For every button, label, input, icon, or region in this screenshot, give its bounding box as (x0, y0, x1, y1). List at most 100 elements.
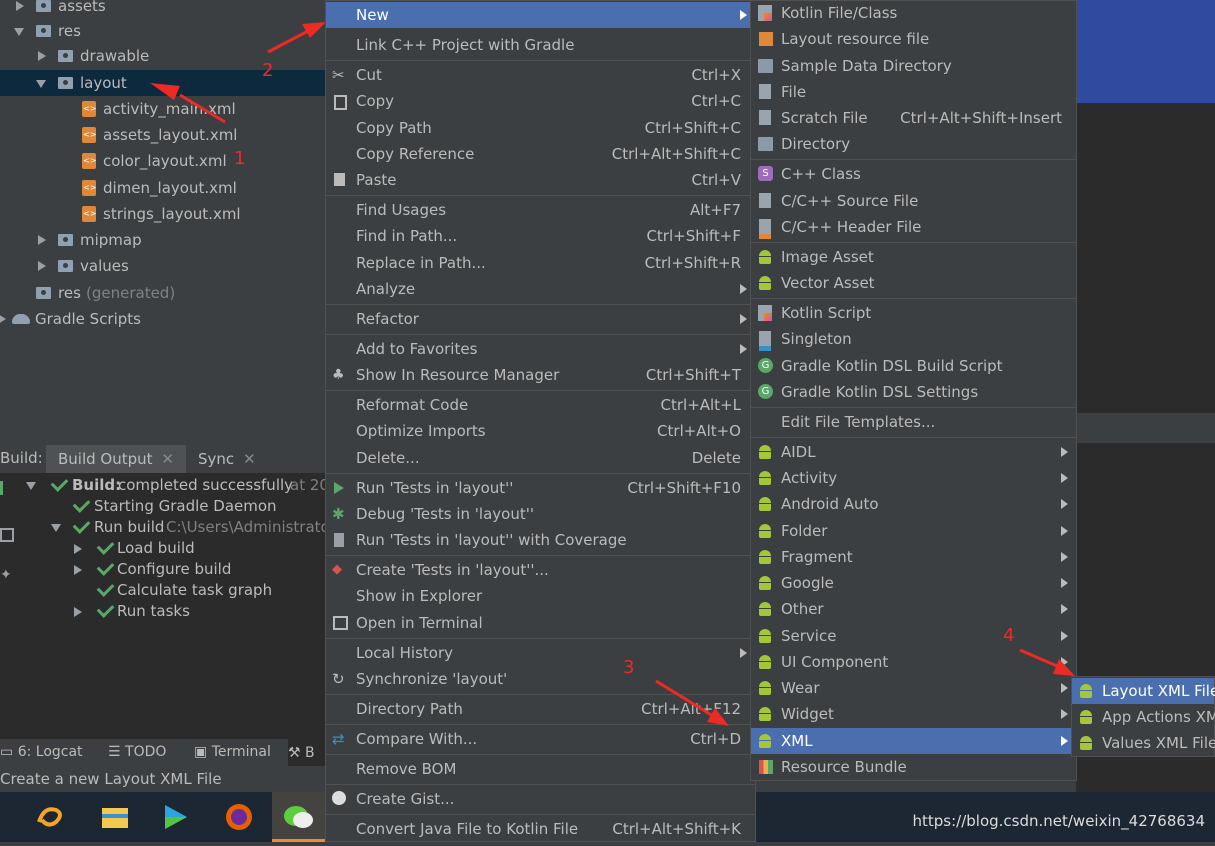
menu-item-copy-reference[interactable]: Copy Reference Ctrl+Alt+Shift+C (326, 141, 755, 167)
menu-item-debug-tests[interactable]: ✱ Debug 'Tests in 'layout'' (326, 501, 755, 527)
menu-item-show-in-explorer[interactable]: Show in Explorer (326, 583, 755, 609)
menu-item-delete[interactable]: Delete... Delete (326, 445, 755, 471)
menu-item-gradle-settings[interactable]: G Gradle Kotlin DSL Settings (751, 379, 1076, 405)
tab-logcat[interactable]: ▭ 6: Logcat (0, 744, 83, 760)
menu-item-directory[interactable]: Directory (751, 131, 1076, 157)
menu-item-fragment[interactable]: Fragment (751, 544, 1076, 570)
menu-item-file[interactable]: File (751, 79, 1076, 105)
menu-item-layout-resource[interactable]: Layout resource file (751, 26, 1076, 52)
build-row-run-build[interactable]: Run build C:\Users\Administrato (48, 516, 330, 538)
media-player-icon[interactable] (158, 800, 192, 834)
menu-item-run-coverage[interactable]: Run 'Tests in 'layout'' with Coverage (326, 527, 755, 553)
menu-item-find-usages[interactable]: Find Usages Alt+F7 (326, 197, 755, 223)
menu-item-add-to-favorites[interactable]: Add to Favorites (326, 336, 755, 362)
tab-build-output[interactable]: Build Output ✕ (46, 445, 186, 473)
menu-item-edit-templates[interactable]: Edit File Templates... (751, 409, 1076, 435)
menu-item-cpp-header[interactable]: C/C++ Header File (751, 214, 1076, 240)
android-icon (758, 681, 772, 695)
menu-item-new[interactable]: New (326, 2, 755, 28)
close-icon[interactable]: ✕ (243, 450, 256, 468)
tab-terminal[interactable]: ▣ Terminal (194, 744, 271, 760)
layout-icon[interactable] (0, 528, 14, 542)
menu-item-local-history[interactable]: Local History (326, 640, 755, 666)
menu-item-gradle-build-script[interactable]: G Gradle Kotlin DSL Build Script (751, 353, 1076, 379)
tree-item-strings-layout[interactable]: strings_layout.xml (0, 201, 326, 227)
folder-icon (36, 287, 51, 299)
build-row-result[interactable]: Build: completed successfully at 20 (24, 474, 329, 496)
menu-item-cut[interactable]: ✂ Cut Ctrl+X (326, 62, 755, 88)
menu-item-run-tests[interactable]: Run 'Tests in 'layout'' Ctrl+Shift+F10 (326, 475, 755, 501)
build-hammer-icon[interactable] (0, 481, 13, 495)
menu-item-values-xml-file[interactable]: Values XML File (1072, 730, 1215, 756)
tree-item-dimen-layout[interactable]: dimen_layout.xml (0, 175, 326, 201)
menu-item-layout-xml-file[interactable]: Layout XML File (1072, 678, 1215, 704)
android-icon (758, 524, 772, 538)
collapse-arrow-icon[interactable] (14, 28, 24, 36)
tree-item-color-layout[interactable]: color_layout.xml (0, 148, 326, 174)
menu-item-scratch-file[interactable]: Scratch File Ctrl+Alt+Shift+Insert (751, 105, 1076, 131)
expand-arrow-icon[interactable] (0, 314, 6, 324)
menu-item-convert-java-kotlin[interactable]: Convert Java File to Kotlin File Ctrl+Alt… (326, 816, 755, 842)
menu-item-copy[interactable]: Copy Ctrl+C (326, 88, 755, 114)
menu-item-create-gist[interactable]: Create Gist... (326, 786, 755, 812)
menu-item-widget[interactable]: Widget (751, 701, 1076, 727)
close-icon[interactable]: ✕ (161, 450, 174, 468)
success-check-icon (50, 474, 69, 492)
tab-todo[interactable]: ☰ TODO (108, 744, 166, 760)
menu-item-image-asset[interactable]: Image Asset (751, 244, 1076, 270)
collapse-arrow-icon[interactable] (26, 482, 36, 490)
collapse-arrow-icon[interactable] (36, 80, 46, 88)
menu-item-remove-bom[interactable]: Remove BOM (326, 756, 755, 782)
menu-item-paste[interactable]: Paste Ctrl+V (326, 167, 755, 193)
menu-item-android-auto[interactable]: Android Auto (751, 491, 1076, 517)
menu-item-replace-in-path[interactable]: Replace in Path... Ctrl+Shift+R (326, 250, 755, 276)
menu-item-analyze[interactable]: Analyze (326, 276, 755, 302)
expand-arrow-icon[interactable] (74, 607, 82, 617)
expand-arrow-icon[interactable] (74, 544, 82, 554)
collapse-arrow-icon[interactable] (51, 524, 61, 532)
menu-item-open-terminal[interactable]: Open in Terminal (326, 610, 755, 636)
annotation-arrows (150, 22, 326, 124)
menu-item-folder[interactable]: Folder (751, 518, 1076, 544)
menu-item-refactor[interactable]: Refactor (326, 306, 755, 332)
tree-item-mipmap[interactable]: mipmap (0, 227, 326, 253)
expand-arrow-icon[interactable] (38, 261, 46, 271)
menu-item-optimize-imports[interactable]: Optimize Imports Ctrl+Alt+O (326, 418, 755, 444)
expand-arrow-icon[interactable] (38, 235, 46, 245)
tab-sync[interactable]: Sync ✕ (198, 445, 256, 473)
expand-arrow-icon[interactable] (16, 1, 24, 11)
menu-item-app-actions-xml[interactable]: App Actions XM (1072, 704, 1215, 730)
menu-item-create-tests[interactable]: ◆ Create 'Tests in 'layout''... (326, 557, 755, 583)
menu-item-copy-path[interactable]: Copy Path Ctrl+Shift+C (326, 115, 755, 141)
browser-icon[interactable] (34, 800, 68, 834)
menu-item-activity[interactable]: Activity (751, 465, 1076, 491)
tree-item-assets[interactable]: assets (0, 0, 326, 19)
menu-item-find-in-path[interactable]: Find in Path... Ctrl+Shift+F (326, 223, 755, 249)
menu-item-resource-bundle[interactable]: Resource Bundle (751, 754, 1076, 780)
menu-item-aidl[interactable]: AIDL (751, 439, 1076, 465)
tree-item-res-generated[interactable]: res (generated) (0, 280, 326, 306)
pin-icon[interactable]: ✦ (0, 567, 12, 583)
menu-item-google[interactable]: Google (751, 570, 1076, 596)
tab-build[interactable]: ⚒ B (288, 739, 326, 767)
menu-item-reformat-code[interactable]: Reformat Code Ctrl+Alt+L (326, 392, 755, 418)
tree-item-values[interactable]: values (0, 253, 326, 279)
menu-item-xml[interactable]: XML (751, 728, 1076, 754)
firefox-icon[interactable] (222, 800, 256, 834)
wechat-icon[interactable] (272, 792, 326, 842)
menu-item-cpp-class[interactable]: S C++ Class (751, 161, 1076, 187)
expand-arrow-icon[interactable] (74, 565, 82, 575)
menu-item-other[interactable]: Other (751, 596, 1076, 622)
android-icon (758, 655, 772, 669)
menu-item-cpp-source[interactable]: C/C++ Source File (751, 188, 1076, 214)
expand-arrow-icon[interactable] (38, 51, 46, 61)
menu-item-singleton[interactable]: Singleton (751, 326, 1076, 352)
file-explorer-icon[interactable] (98, 800, 132, 834)
menu-item-show-resource-manager[interactable]: ♣ Show In Resource Manager Ctrl+Shift+T (326, 362, 755, 388)
tree-item-gradle-scripts[interactable]: Gradle Scripts (0, 306, 326, 332)
menu-item-sample-data[interactable]: Sample Data Directory (751, 53, 1076, 79)
menu-item-vector-asset[interactable]: Vector Asset (751, 270, 1076, 296)
menu-item-link-cpp[interactable]: Link C++ Project with Gradle (326, 32, 755, 58)
menu-item-kotlin-script[interactable]: Kotlin Script (751, 300, 1076, 326)
menu-item-kotlin-file[interactable]: Kotlin File/Class (751, 0, 1076, 26)
